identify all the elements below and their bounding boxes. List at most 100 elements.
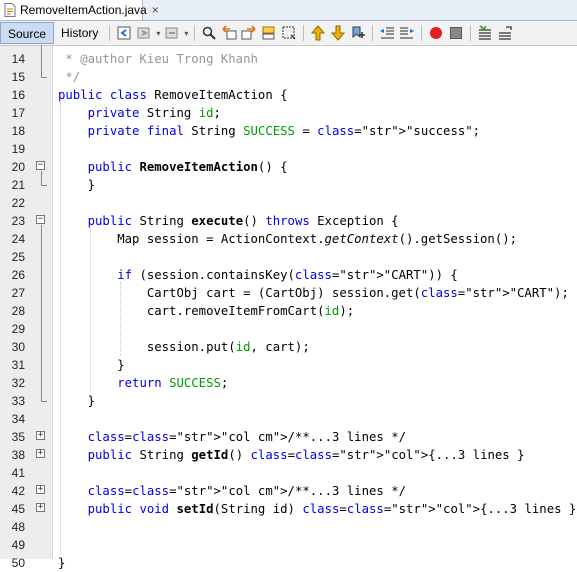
line-number: 33 [11, 394, 25, 408]
fold-guide-line [41, 171, 42, 185]
code-text: } [58, 556, 66, 570]
line-number: 31 [11, 358, 25, 372]
back-history-icon[interactable] [115, 24, 133, 42]
code-line[interactable]: 17 private String id; [0, 104, 577, 122]
code-line[interactable]: 19 [0, 140, 577, 158]
toolbar-separator [303, 25, 305, 41]
start-macro-icon[interactable] [427, 24, 445, 42]
history-tab[interactable]: History [54, 22, 105, 44]
code-text: public RemoveItemAction() { [87, 160, 288, 174]
code-line[interactable]: 14 * @author Kieu Trong Khanh [0, 50, 577, 68]
collapse-fold-icon[interactable]: − [36, 161, 45, 170]
code-text: * @author Kieu Trong Khanh [58, 52, 258, 66]
file-tab[interactable]: RemoveItemAction.java × [0, 0, 159, 20]
code-text: Map session = ActionContext.getContext()… [58, 232, 518, 246]
line-number: 35 [11, 430, 25, 444]
code-text: if (session.containsKey(class="str">"CAR… [117, 268, 458, 282]
toolbar-separator [372, 25, 374, 41]
expand-fold-icon[interactable]: + [36, 485, 45, 494]
source-tab[interactable]: Source [0, 22, 55, 44]
line-number: 21 [11, 178, 25, 192]
line-number: 50 [11, 556, 25, 570]
shift-left-icon[interactable] [378, 24, 396, 42]
indent-guide [90, 228, 92, 392]
shift-right-icon[interactable] [398, 24, 416, 42]
indent-guide [120, 282, 122, 356]
code-text: class=class="str">"col cm">/**...3 lines… [87, 430, 407, 444]
code-line[interactable]: 21 } [0, 176, 577, 194]
indent-guide [60, 102, 62, 554]
code-line[interactable]: 42 + class=class="str">"col cm">/**...3 l… [0, 482, 577, 500]
chevron-down-icon[interactable]: ▾ [154, 29, 162, 38]
code-line[interactable]: 32 return SUCCESS; [0, 374, 577, 392]
fold-guide-line [41, 45, 42, 77]
code-line[interactable]: 31 } [0, 356, 577, 374]
toggle-highlight-icon[interactable] [260, 24, 278, 42]
toggle-bookmark-icon[interactable] [349, 24, 367, 42]
previous-bookmark-icon[interactable] [309, 24, 327, 42]
code-text: CartObj cart = (CartObj) session.get(cla… [58, 286, 569, 300]
line-number: 18 [11, 124, 25, 138]
line-number: 15 [11, 70, 25, 84]
toolbar-separator [470, 25, 472, 41]
line-number: 41 [11, 466, 25, 480]
line-number: 42 [11, 484, 25, 498]
find-previous-icon[interactable] [220, 24, 238, 42]
next-bookmark-icon[interactable] [329, 24, 347, 42]
fold-end-mark [41, 77, 47, 78]
code-line[interactable]: 16 public class RemoveItemAction { [0, 86, 577, 104]
line-number: 16 [11, 88, 25, 102]
last-edit-icon[interactable] [163, 24, 181, 42]
code-line[interactable]: 29 [0, 320, 577, 338]
code-line[interactable]: 30 session.put(id, cart); [0, 338, 577, 356]
fold-end-mark [41, 401, 47, 402]
line-number: 34 [11, 412, 25, 426]
find-next-icon[interactable] [240, 24, 258, 42]
line-number: 24 [11, 232, 25, 246]
line-number: 30 [11, 340, 25, 354]
code-text: public void setId(String id) class=class… [87, 502, 577, 516]
code-line[interactable]: 33 } [0, 392, 577, 410]
code-line[interactable]: 38 + public String getId() class=class="s… [0, 446, 577, 464]
line-number: 49 [11, 538, 25, 552]
line-number: 28 [11, 304, 25, 318]
close-tab-icon[interactable]: × [152, 3, 159, 17]
toolbar-separator [109, 25, 111, 41]
code-line[interactable]: 27 CartObj cart = (CartObj) session.get(… [0, 284, 577, 302]
code-text: } [58, 178, 96, 192]
code-editor[interactable]: 14 * @author Kieu Trong Khanh 15 */ 16 publ… [0, 45, 577, 572]
code-text: public String getId() class=class="str">… [87, 448, 525, 462]
collapse-fold-icon[interactable]: − [36, 215, 45, 224]
code-line[interactable]: 41 [0, 464, 577, 482]
toolbar-separator [421, 25, 423, 41]
code-line[interactable]: 34 [0, 410, 577, 428]
stop-macro-icon[interactable] [447, 24, 465, 42]
code-line[interactable]: 15 */ [0, 68, 577, 86]
chevron-down-icon[interactable]: ▾ [182, 29, 190, 38]
toggle-rect-selection-icon[interactable] [280, 24, 298, 42]
code-line[interactable]: 49 [0, 536, 577, 554]
line-number: 17 [11, 106, 25, 120]
code-text: public class RemoveItemAction { [58, 88, 288, 102]
comment-icon[interactable] [476, 24, 494, 42]
code-line[interactable]: 45 + public void setId(String id) class=c… [0, 500, 577, 518]
code-line[interactable]: 23 − public String execute() throws Excep… [0, 212, 577, 230]
code-line[interactable]: 50} [0, 554, 577, 572]
code-line[interactable]: 26 if (session.containsKey(class="str">"… [0, 266, 577, 284]
code-line[interactable]: 25 [0, 248, 577, 266]
line-number: 38 [11, 448, 25, 462]
code-line[interactable]: 28 cart.removeItemFromCart(id); [0, 302, 577, 320]
code-line[interactable]: 24 Map session = ActionContext.getContex… [0, 230, 577, 248]
code-line[interactable]: 20 − public RemoveItemAction() { [0, 158, 577, 176]
line-number: 32 [11, 376, 25, 390]
expand-fold-icon[interactable]: + [36, 431, 45, 440]
uncomment-icon[interactable] [496, 24, 514, 42]
code-line[interactable]: 22 [0, 194, 577, 212]
forward-icon[interactable] [135, 24, 153, 42]
expand-fold-icon[interactable]: + [36, 503, 45, 512]
find-icon[interactable] [200, 24, 218, 42]
code-line[interactable]: 48 [0, 518, 577, 536]
expand-fold-icon[interactable]: + [36, 449, 45, 458]
code-line[interactable]: 18 private final String SUCCESS = class=… [0, 122, 577, 140]
code-line[interactable]: 35 + class=class="str">"col cm">/**...3 l… [0, 428, 577, 446]
